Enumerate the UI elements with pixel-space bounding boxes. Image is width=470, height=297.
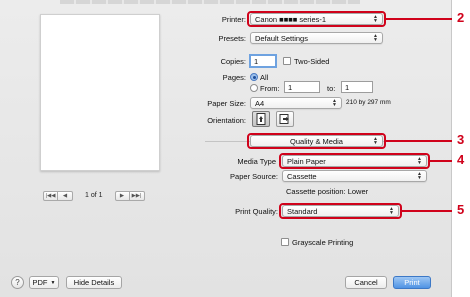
pages-from-value: 1 bbox=[288, 82, 293, 92]
print-dialog: |◀◀ ◀ 1 of 1 ▶ ▶▶| Printer: Canon ■■■■ s… bbox=[0, 0, 452, 297]
pages-all-label: All bbox=[260, 73, 269, 82]
paper-source-value: Cassette bbox=[287, 171, 317, 181]
copies-value: 1 bbox=[254, 56, 259, 66]
pages-all-radio[interactable] bbox=[250, 73, 258, 81]
orientation-label: Orientation: bbox=[207, 116, 246, 125]
hide-details-label: Hide Details bbox=[73, 278, 115, 287]
updown-icon: ▲ ▼ bbox=[373, 33, 378, 43]
presets-value: Default Settings bbox=[255, 33, 308, 43]
callout-box-media-type bbox=[279, 153, 430, 169]
callout-line bbox=[402, 210, 452, 212]
two-sided-label: Two-Sided bbox=[294, 57, 330, 66]
callout-number: 4 bbox=[457, 152, 465, 167]
cassette-position-text: Cassette position: Lower bbox=[286, 187, 369, 196]
portrait-button[interactable] bbox=[252, 111, 270, 127]
page-preview bbox=[40, 14, 160, 171]
last-page-button[interactable]: ▶▶| bbox=[129, 190, 145, 201]
portrait-icon bbox=[256, 113, 266, 125]
landscape-icon bbox=[279, 114, 289, 124]
pages-from-field[interactable]: 1 bbox=[284, 81, 320, 93]
pages-to-value: 1 bbox=[345, 82, 350, 92]
pages-label: Pages: bbox=[222, 73, 246, 82]
pages-from-label: From: bbox=[260, 84, 280, 93]
two-sided-checkbox[interactable] bbox=[283, 57, 291, 65]
copies-field[interactable]: 1 bbox=[249, 54, 277, 68]
callout-line bbox=[430, 160, 452, 162]
presets-select[interactable]: Default Settings ▲ ▼ bbox=[250, 32, 383, 44]
paper-size-value: A4 bbox=[255, 98, 265, 108]
help-button[interactable]: ? bbox=[11, 276, 24, 289]
copies-label: Copies: bbox=[220, 57, 246, 66]
pages-to-field[interactable]: 1 bbox=[341, 81, 373, 93]
updown-icon: ▲ ▼ bbox=[332, 98, 337, 108]
media-type-label: Media Type bbox=[237, 157, 276, 166]
paper-source-label: Paper Source: bbox=[230, 172, 278, 181]
pdf-label: PDF bbox=[32, 278, 48, 287]
callout-box-panel bbox=[247, 133, 386, 149]
paper-size-label: Paper Size: bbox=[207, 99, 246, 108]
next-page-button[interactable]: ▶ bbox=[114, 190, 130, 201]
callout-number: 3 bbox=[457, 132, 465, 147]
hide-details-button[interactable]: Hide Details bbox=[66, 276, 122, 289]
paper-dimensions: 210 by 297 mm bbox=[346, 99, 391, 106]
printer-label: Printer: bbox=[221, 15, 246, 24]
landscape-button[interactable] bbox=[276, 111, 294, 127]
prev-page-button[interactable]: ◀ bbox=[58, 190, 73, 201]
presets-label: Presets: bbox=[218, 34, 246, 43]
callout-number: 2 bbox=[457, 10, 465, 25]
title-bar-edge bbox=[60, 0, 360, 4]
callout-box-printer bbox=[247, 11, 386, 27]
cancel-label: Cancel bbox=[354, 278, 378, 287]
grayscale-label: Grayscale Printing bbox=[292, 238, 354, 247]
print-label: Print bbox=[404, 278, 420, 287]
callout-line bbox=[386, 140, 452, 142]
help-glyph: ? bbox=[15, 278, 20, 287]
callout-number: 5 bbox=[457, 202, 465, 217]
grayscale-checkbox[interactable] bbox=[281, 238, 289, 246]
cancel-button[interactable]: Cancel bbox=[345, 276, 387, 289]
paper-size-select[interactable]: A4 ▲ ▼ bbox=[250, 97, 342, 109]
print-button[interactable]: Print bbox=[393, 276, 431, 289]
paper-source-select[interactable]: Cassette ▲ ▼ bbox=[282, 170, 427, 182]
print-quality-label: Print Quality: bbox=[235, 207, 278, 216]
pages-from-radio[interactable] bbox=[250, 84, 258, 92]
page-indicator: 1 of 1 bbox=[85, 192, 103, 199]
updown-icon: ▲ ▼ bbox=[417, 171, 422, 181]
chevron-down-icon: ▼ bbox=[50, 279, 56, 286]
first-page-button[interactable]: |◀◀ bbox=[43, 190, 58, 201]
preview-pager: |◀◀ ◀ 1 of 1 ▶ ▶▶| bbox=[43, 190, 145, 201]
callout-line bbox=[386, 18, 452, 20]
pdf-menu-button[interactable]: PDF ▼ bbox=[29, 276, 59, 289]
pages-to-label: to: bbox=[327, 84, 336, 93]
callout-box-print-quality bbox=[279, 203, 402, 219]
